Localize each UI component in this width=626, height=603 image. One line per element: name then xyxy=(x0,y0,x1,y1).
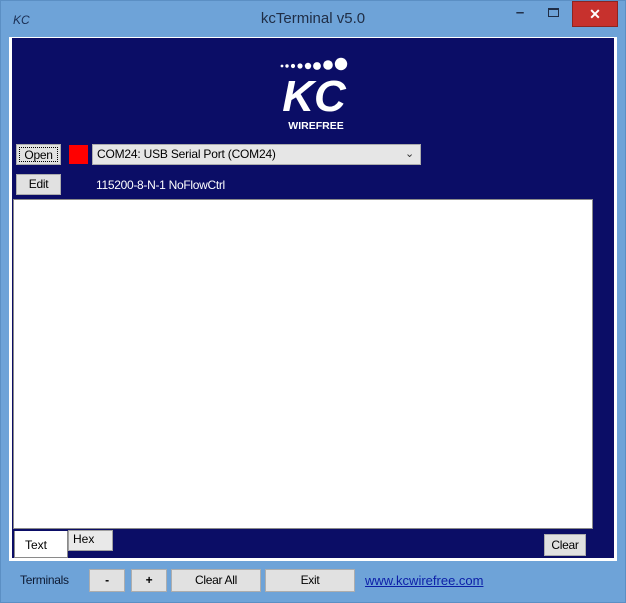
add-terminal-button[interactable]: + xyxy=(131,569,167,592)
connection-status-indicator xyxy=(69,145,88,164)
edit-button[interactable]: Edit xyxy=(16,174,61,195)
exit-button[interactable]: Exit xyxy=(265,569,355,592)
open-button[interactable]: Open xyxy=(16,144,61,165)
chevron-down-icon[interactable]: ⌄ xyxy=(405,145,414,164)
clear-all-button[interactable]: Clear All xyxy=(171,569,261,592)
terminals-label: Terminals xyxy=(20,573,69,587)
maximize-icon xyxy=(547,8,559,17)
maximize-button[interactable] xyxy=(539,1,567,29)
open-button-label: Open xyxy=(19,147,58,162)
minimize-button[interactable]: – xyxy=(506,1,534,29)
remove-terminal-button[interactable]: - xyxy=(89,569,125,592)
title-bar[interactable]: KC kcTerminal v5.0 – ✕ xyxy=(1,1,625,37)
logo-text: KC xyxy=(282,72,347,121)
close-button[interactable]: ✕ xyxy=(572,1,618,27)
website-link[interactable]: www.kcwirefree.com xyxy=(365,573,483,588)
tab-text[interactable]: Text xyxy=(14,531,68,558)
bottom-toolbar: Terminals - + Clear All Exit www.kcwiref… xyxy=(9,561,617,595)
main-panel: KC WIREFREE Open COM24: USB Serial Port … xyxy=(12,38,614,558)
logo-subtitle: WIREFREE xyxy=(288,120,343,132)
com-port-value: COM24: USB Serial Port (COM24) xyxy=(97,147,276,161)
tab-hex[interactable]: Hex xyxy=(68,530,113,551)
port-settings-text: 115200-8-N-1 NoFlowCtrl xyxy=(96,178,225,192)
com-port-select[interactable]: COM24: USB Serial Port (COM24) ⌄ xyxy=(92,144,421,165)
app-window: KC kcTerminal v5.0 – ✕ KC WIREFREE Open … xyxy=(0,0,626,603)
close-icon: ✕ xyxy=(589,6,601,22)
kc-wirefree-logo: KC WIREFREE xyxy=(280,57,348,132)
client-area: KC WIREFREE Open COM24: USB Serial Port … xyxy=(9,37,617,595)
terminal-output[interactable] xyxy=(13,199,593,529)
clear-button[interactable]: Clear xyxy=(544,534,586,556)
minimize-icon: – xyxy=(515,4,525,21)
